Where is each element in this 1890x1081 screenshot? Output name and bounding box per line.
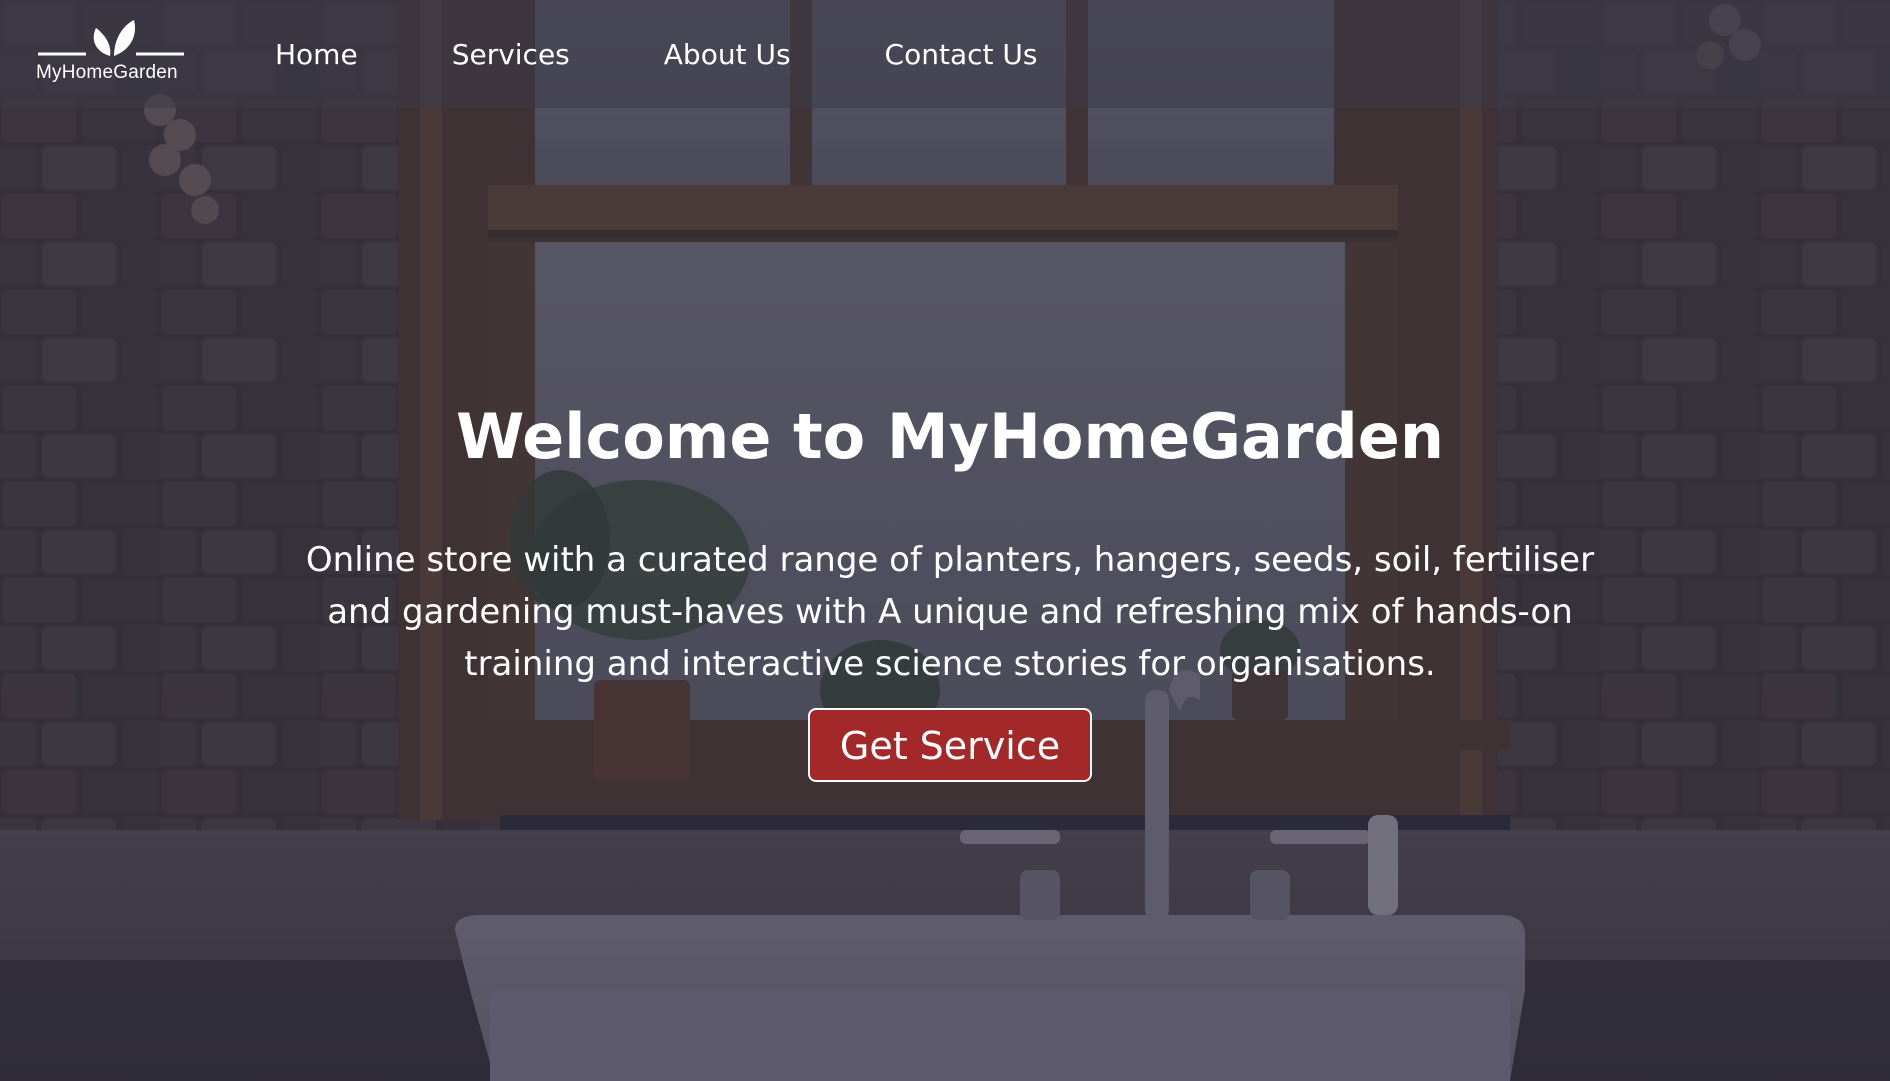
nav-link-services[interactable]: Services	[452, 38, 570, 71]
hero-section: Welcome to MyHomeGarden Online store wit…	[0, 400, 1890, 783]
nav-link-about-us[interactable]: About Us	[664, 38, 791, 71]
hero-description: Online store with a curated range of pla…	[305, 540, 1595, 685]
top-navbar: MyHomeGarden Home Services About Us Cont…	[0, 0, 1890, 108]
get-service-button[interactable]: Get Service	[807, 708, 1093, 783]
landing-page: MyHomeGarden Home Services About Us Cont…	[0, 0, 1890, 1081]
brand-name: MyHomeGarden	[36, 62, 178, 83]
nav-menu: Home Services About Us Contact Us	[275, 0, 1131, 108]
hero-title: Welcome to MyHomeGarden	[455, 400, 1444, 473]
leaf-icon	[38, 20, 184, 56]
nav-link-home[interactable]: Home	[275, 38, 358, 71]
brand-logo[interactable]: MyHomeGarden	[34, 18, 194, 88]
nav-link-contact-us[interactable]: Contact Us	[885, 38, 1038, 71]
